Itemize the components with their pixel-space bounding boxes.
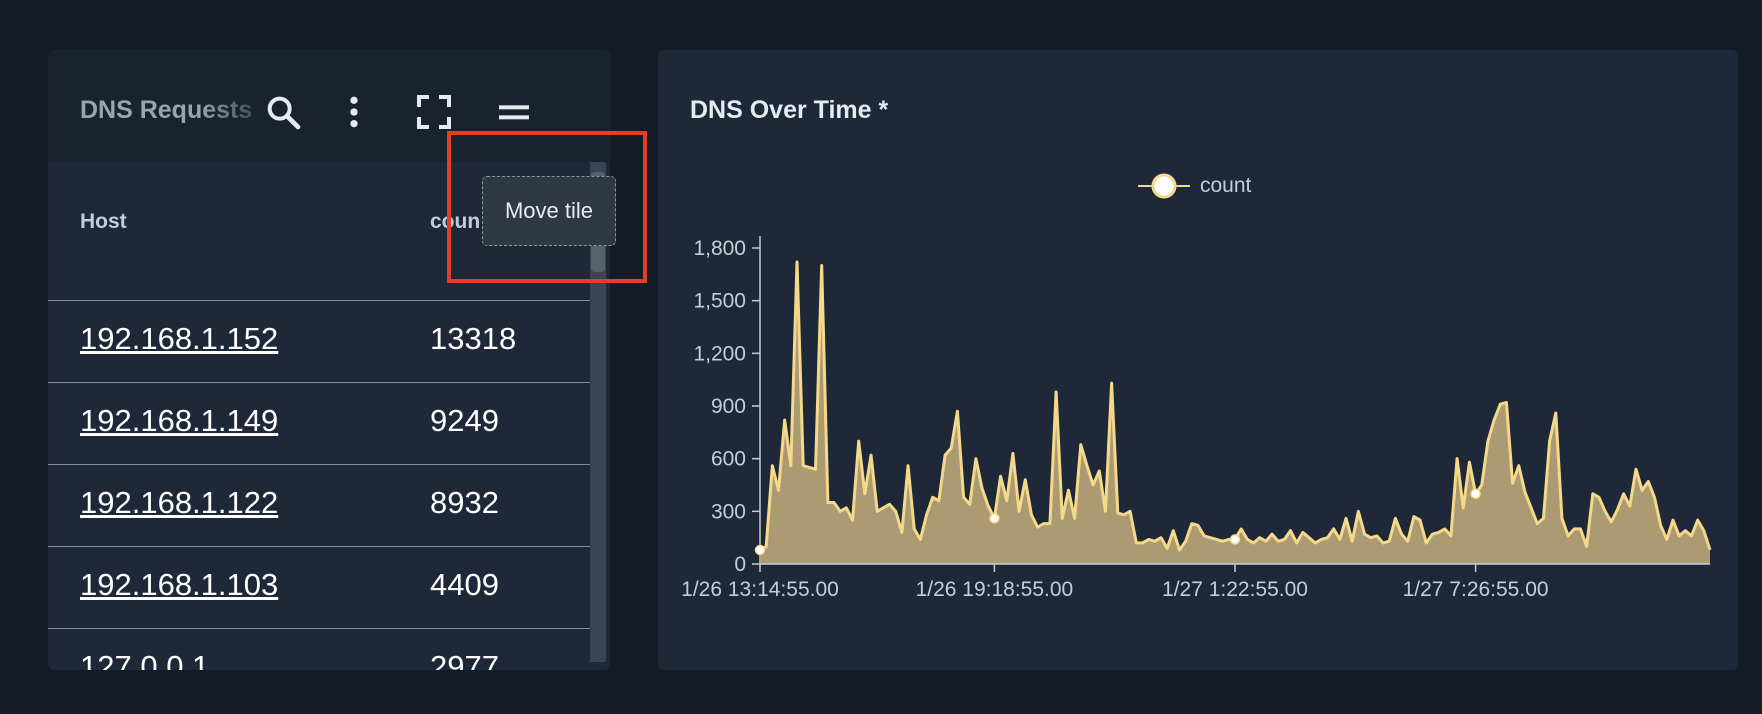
count-value: 8932 (430, 485, 499, 520)
x-tick-label: 1/26 19:18:55.00 (916, 578, 1074, 601)
table-row: 192.168.1.149 9249 (48, 382, 590, 465)
host-link[interactable]: 192.168.1.103 (80, 567, 278, 603)
data-point (1470, 488, 1481, 500)
y-tick-label: 1,500 (693, 290, 746, 313)
search-icon[interactable] (259, 88, 307, 136)
host-link[interactable]: 127.0.0.1 (80, 649, 209, 670)
more-vert-icon[interactable] (330, 88, 378, 136)
move-tile-tooltip: Move tile (482, 176, 616, 246)
area-chart[interactable]: 0 300 600 900 1,200 1,500 1,800 1/26 13:14:55.0… (658, 50, 1738, 670)
x-tick-label: 1/27 7:26:55.00 (1403, 578, 1549, 601)
data-point (754, 544, 766, 556)
table-row: 127.0.0.1 2977 (48, 628, 590, 670)
y-tick-label: 900 (711, 395, 746, 418)
count-value: 4409 (430, 567, 499, 602)
count-value: 13318 (430, 321, 517, 356)
host-link[interactable]: 192.168.1.122 (80, 485, 278, 521)
data-point (1229, 534, 1241, 545)
table-row: 192.168.1.152 13318 (48, 300, 590, 383)
count-value: 9249 (430, 403, 499, 438)
table-row: 192.168.1.122 8932 (48, 464, 590, 547)
column-header-host[interactable]: Host (80, 210, 127, 234)
dns-over-time-tile: DNS Over Time * count 0 300 600 900 1,200 1,5… (658, 50, 1738, 670)
y-tick-label: 1,200 (693, 342, 746, 365)
y-tick-label: 0 (734, 553, 746, 576)
y-tick-label: 1,800 (693, 237, 746, 260)
table-row: 192.168.1.103 4409 (48, 546, 590, 629)
tile-title: DNS Requests (80, 96, 253, 124)
x-tick-label: 1/27 1:22:55.00 (1162, 578, 1308, 601)
x-tick-label: 1/26 13:14:55.00 (681, 578, 839, 601)
fullscreen-icon[interactable] (410, 88, 458, 136)
y-tick-label: 300 (711, 500, 746, 523)
drag-handle-icon[interactable] (490, 88, 538, 136)
count-value: 2977 (430, 649, 499, 670)
data-point (989, 513, 1000, 524)
host-link[interactable]: 192.168.1.152 (80, 321, 278, 357)
host-link[interactable]: 192.168.1.149 (80, 403, 278, 439)
y-tick-label: 600 (711, 448, 746, 471)
series-line (759, 260, 1712, 552)
